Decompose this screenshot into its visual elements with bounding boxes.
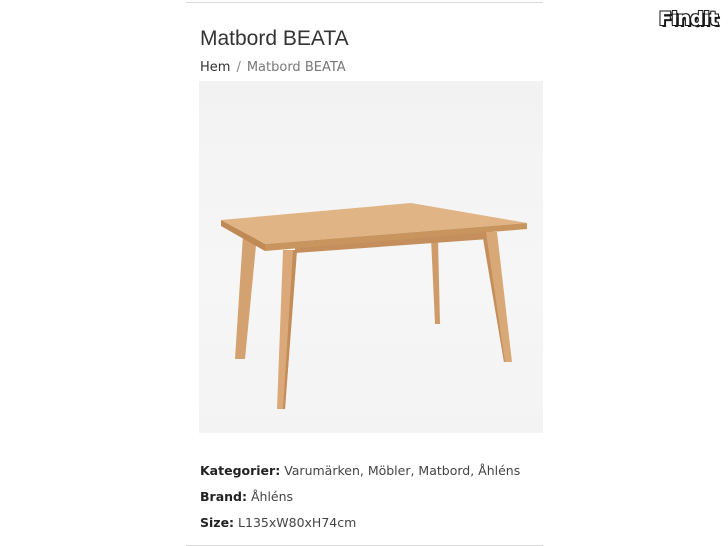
categories-row: Kategorier: Varumärken, Möbler, Matbord,…	[200, 463, 520, 478]
breadcrumb-current: Matbord BEATA	[246, 60, 346, 75]
breadcrumb-home-link[interactable]: Hem	[200, 60, 230, 75]
categories-value: Varumärken, Möbler, Matbord, Åhléns	[284, 463, 521, 478]
size-label: Size:	[200, 515, 235, 530]
findit-logo[interactable]: Findit	[659, 8, 719, 30]
breadcrumb: Hem / Matbord BEATA	[200, 60, 346, 75]
product-image[interactable]	[199, 81, 543, 433]
table-leg-back-right	[431, 238, 440, 324]
dining-table-icon	[221, 203, 527, 409]
brand-row: Brand: Åhléns	[200, 489, 293, 504]
breadcrumb-separator: /	[236, 60, 241, 75]
brand-label: Brand:	[200, 489, 247, 504]
brand-value: Åhléns	[250, 489, 294, 504]
page-title: Matbord BEATA	[200, 27, 349, 50]
table-leg-back-left	[235, 235, 257, 359]
top-divider	[186, 2, 543, 3]
size-row: Size: L135xW80xH74cm	[200, 515, 356, 530]
size-value: L135xW80xH74cm	[238, 515, 357, 530]
categories-label: Kategorier:	[200, 463, 281, 478]
